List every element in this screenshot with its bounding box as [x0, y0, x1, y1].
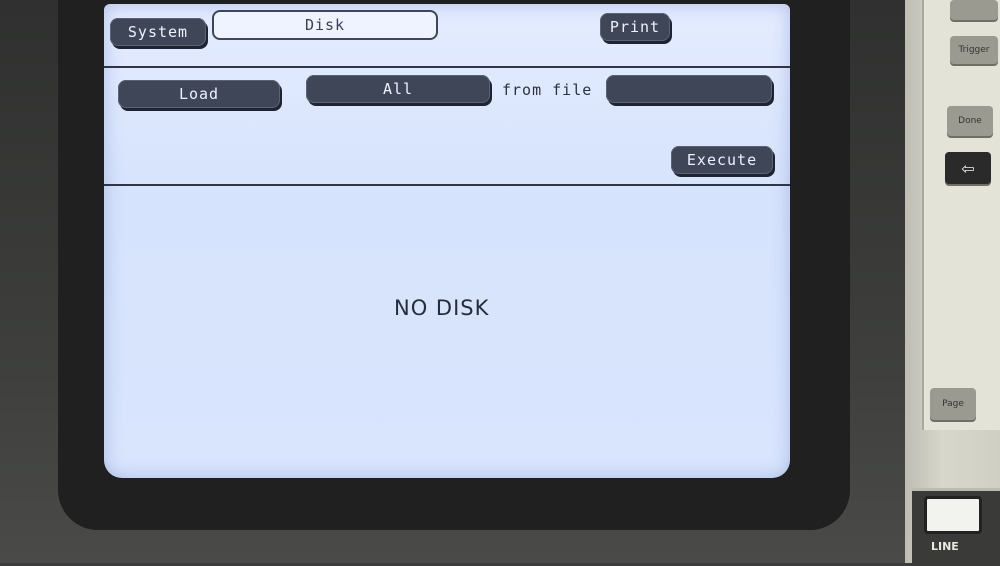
- back-arrow-icon: ⇦: [961, 158, 975, 178]
- trigger-key[interactable]: Trigger: [950, 36, 998, 64]
- from-file-label: from file: [502, 81, 593, 99]
- operation-divider: [104, 184, 790, 186]
- status-message: NO DISK: [394, 296, 490, 320]
- back-arrow-key[interactable]: ⇦: [945, 152, 991, 184]
- print-button[interactable]: Print: [600, 13, 670, 41]
- done-key[interactable]: Done: [947, 106, 993, 136]
- system-tab[interactable]: System: [110, 18, 206, 46]
- execute-button[interactable]: Execute: [671, 146, 773, 174]
- load-button[interactable]: Load: [118, 80, 280, 108]
- panel-key-top[interactable]: [950, 0, 998, 20]
- file-name-field[interactable]: [606, 75, 772, 103]
- all-selector[interactable]: All: [306, 75, 490, 103]
- line-power-switch[interactable]: [924, 496, 982, 534]
- crt-screen: System Disk Print Load All from file Exe…: [104, 4, 790, 478]
- page-key[interactable]: Page: [930, 388, 976, 420]
- line-label: LINE: [931, 540, 959, 553]
- header-divider: [104, 66, 790, 68]
- front-panel-keypad: [922, 0, 1000, 430]
- disk-tab[interactable]: Disk: [212, 10, 438, 40]
